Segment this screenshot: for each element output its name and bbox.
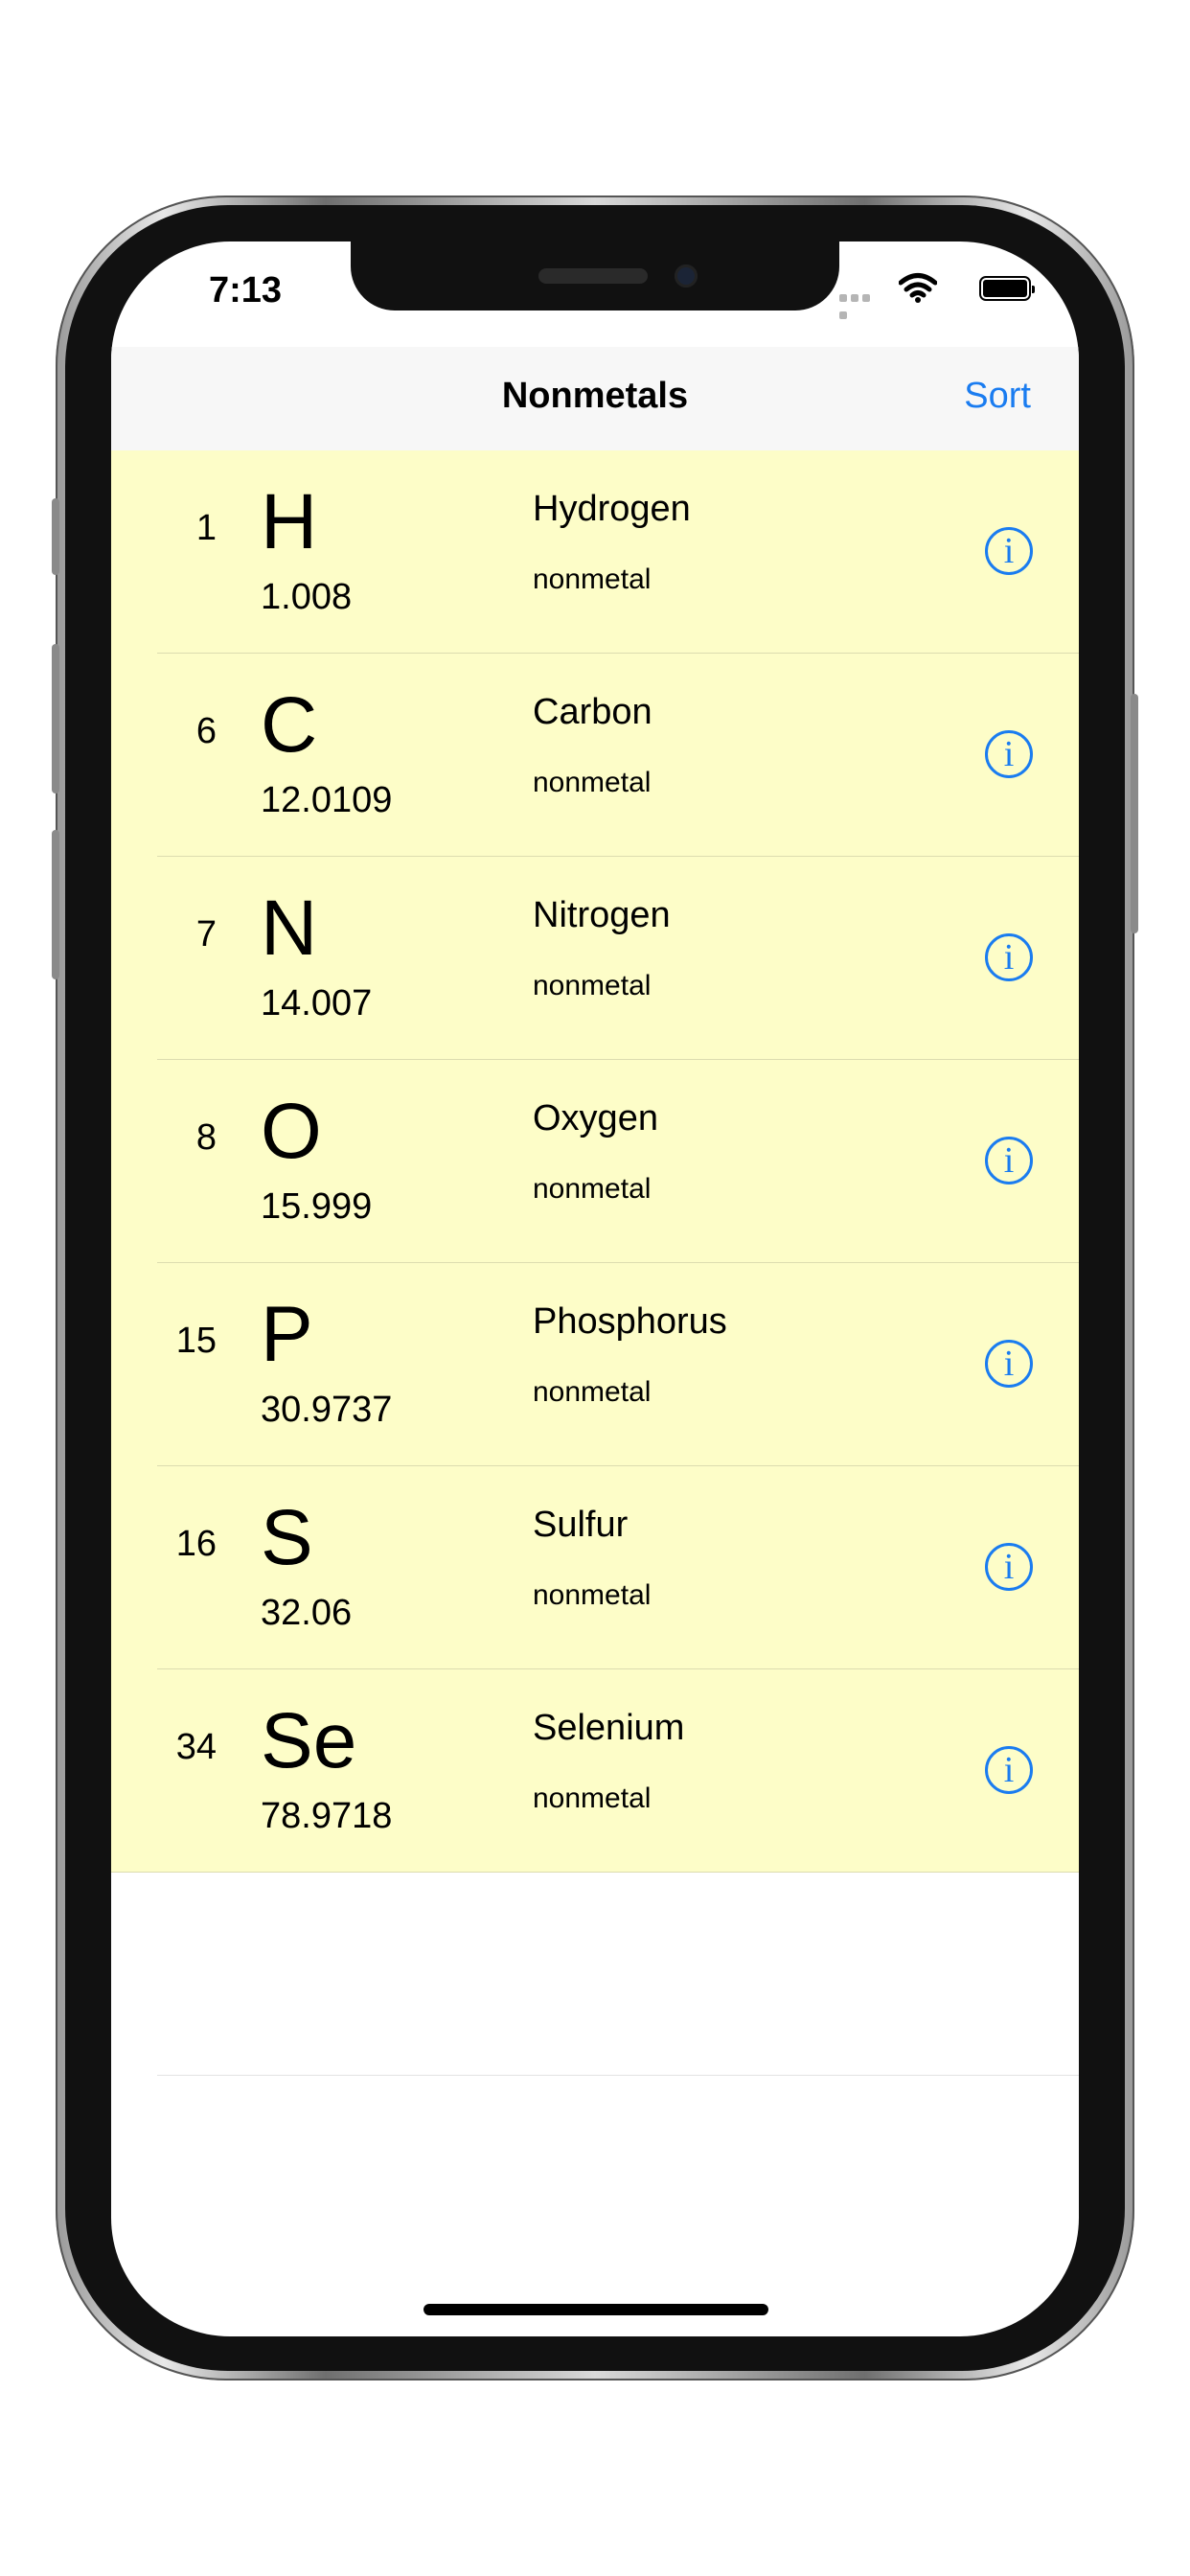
- info-icon[interactable]: i: [985, 1746, 1033, 1794]
- atomic-mass: 12.0109: [261, 780, 393, 820]
- element-symbol: H: [261, 478, 318, 565]
- element-category: nonmetal: [533, 767, 652, 798]
- sort-button[interactable]: Sort: [964, 376, 1031, 417]
- list-item[interactable]: 1 H 1.008 Hydrogen nonmetal i: [111, 450, 1079, 654]
- notch: [351, 242, 839, 310]
- list-item[interactable]: 16 S 32.06 Sulfur nonmetal i: [111, 1466, 1079, 1669]
- list-item[interactable]: 34 Se 78.9718 Selenium nonmetal i: [111, 1669, 1079, 1873]
- atomic-number: 34: [175, 1727, 217, 1767]
- element-category: nonmetal: [533, 564, 652, 595]
- page-title: Nonmetals: [501, 376, 689, 416]
- list-item[interactable]: 8 O 15.999 Oxygen nonmetal i: [111, 1060, 1079, 1263]
- atomic-mass: 1.008: [261, 577, 353, 617]
- wifi-icon: [898, 272, 938, 308]
- atomic-number: 1: [195, 508, 217, 548]
- element-category: nonmetal: [533, 1376, 652, 1408]
- element-name: Carbon: [533, 692, 652, 732]
- element-category: nonmetal: [533, 970, 652, 1001]
- element-name: Oxygen: [533, 1098, 658, 1138]
- list-item[interactable]: 6 C 12.0109 Carbon nonmetal i: [111, 654, 1079, 857]
- silent-switch: [52, 498, 59, 575]
- navigation-bar: Nonmetals Sort: [111, 347, 1079, 451]
- element-symbol: O: [261, 1088, 322, 1175]
- element-name: Sulfur: [533, 1505, 629, 1545]
- atomic-number: 16: [175, 1524, 217, 1564]
- list-item[interactable]: 7 N 14.007 Nitrogen nonmetal i: [111, 857, 1079, 1060]
- status-time: 7:13: [209, 270, 283, 310]
- atomic-number: 7: [195, 914, 217, 954]
- atomic-number: 8: [195, 1117, 217, 1158]
- element-name: Hydrogen: [533, 489, 691, 529]
- atomic-mass: 15.999: [261, 1186, 373, 1227]
- atomic-number: 15: [175, 1321, 217, 1361]
- element-category: nonmetal: [533, 1173, 652, 1205]
- status-indicators: [839, 270, 1035, 319]
- volume-up-button: [52, 644, 59, 794]
- front-camera: [675, 264, 698, 288]
- atomic-mass: 30.9737: [261, 1390, 393, 1430]
- battery-icon: [979, 276, 1035, 301]
- element-symbol: N: [261, 885, 318, 972]
- atomic-mass: 14.007: [261, 983, 373, 1024]
- element-symbol: S: [261, 1494, 313, 1581]
- info-icon[interactable]: i: [985, 527, 1033, 575]
- element-name: Nitrogen: [533, 895, 671, 935]
- element-symbol: C: [261, 681, 318, 769]
- list-item[interactable]: 15 P 30.9737 Phosphorus nonmetal i: [111, 1263, 1079, 1466]
- cellular-signal-icon: [839, 289, 883, 324]
- element-name: Phosphorus: [533, 1301, 727, 1342]
- info-icon[interactable]: i: [985, 1340, 1033, 1388]
- element-category: nonmetal: [533, 1579, 652, 1611]
- home-indicator[interactable]: [423, 2304, 768, 2315]
- element-category: nonmetal: [533, 1782, 652, 1814]
- atomic-number: 6: [195, 711, 217, 751]
- element-list: 1 H 1.008 Hydrogen nonmetal i 6 C 12.010…: [111, 450, 1079, 2076]
- element-symbol: P: [261, 1291, 313, 1378]
- empty-list-row: [111, 1873, 1079, 2076]
- info-icon[interactable]: i: [985, 1543, 1033, 1591]
- element-name: Selenium: [533, 1708, 685, 1748]
- volume-down-button: [52, 830, 59, 979]
- info-icon[interactable]: i: [985, 730, 1033, 778]
- atomic-mass: 32.06: [261, 1593, 353, 1633]
- info-icon[interactable]: i: [985, 933, 1033, 981]
- power-button: [1131, 694, 1138, 933]
- element-symbol: Se: [261, 1697, 357, 1784]
- atomic-mass: 78.9718: [261, 1796, 393, 1836]
- speaker-grille: [538, 268, 648, 284]
- row-separator: [157, 2075, 1079, 2076]
- info-icon[interactable]: i: [985, 1137, 1033, 1184]
- screen: 7:13 Nonmetals Sort 1 H 1.008 Hydrogen n…: [111, 242, 1079, 2336]
